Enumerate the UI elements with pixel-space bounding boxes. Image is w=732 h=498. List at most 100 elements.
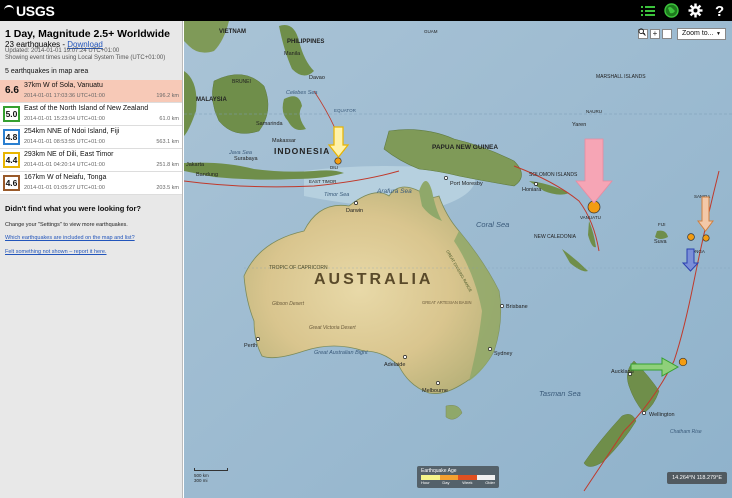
quake-marker-new-zealand[interactable] xyxy=(678,357,688,367)
city-adelaide: Adelaide xyxy=(384,362,405,368)
earthquake-time: 2014-01-01 17:03:36 UTC+01:00 xyxy=(24,93,105,99)
label-celebes: Celebes Sea xyxy=(286,90,318,96)
city-melbourne: Melbourne xyxy=(422,388,448,394)
map-controls: − + Zoom to... ▼ xyxy=(638,28,726,40)
label-chatham: Chatham Rise xyxy=(670,429,702,435)
top-icons: ? xyxy=(639,2,728,19)
label-capricorn: TROPIC OF CAPRICORN xyxy=(269,265,328,271)
earthquake-list-item[interactable]: 5.0 East of the North Island of New Zeal… xyxy=(0,103,182,126)
label-coral-sea: Coral Sea xyxy=(476,220,509,229)
city-surabaya: Surabaya xyxy=(234,156,258,162)
magnitude-badge: 4.8 xyxy=(3,129,20,145)
city-sydney: Sydney xyxy=(494,351,513,357)
quake-marker-east-timor[interactable] xyxy=(334,157,342,165)
city-suva: Suva xyxy=(654,239,667,245)
label-vietnam: VIETNAM xyxy=(219,29,246,35)
city-brisbane: Brisbane xyxy=(506,304,528,310)
report-felt-link[interactable]: Felt something not shown – report it her… xyxy=(5,249,107,255)
legend-label: Week xyxy=(462,480,473,485)
earthquake-depth: 196.2 km xyxy=(156,93,179,99)
earthquake-place: 293km NE of Dili, East Timor xyxy=(24,151,114,158)
city-port-moresby: Port Moresby xyxy=(450,181,483,187)
zoom-to-select[interactable]: Zoom to... ▼ xyxy=(677,28,726,40)
city-dot xyxy=(488,347,492,351)
globe-icon[interactable] xyxy=(663,2,680,19)
label-brunei: BRUNEI xyxy=(232,79,251,85)
top-bar: USGS ? xyxy=(0,0,732,21)
help-icon[interactable]: ? xyxy=(711,2,728,19)
earthquake-age-legend: Earthquake Age Hour Day Week Older xyxy=(417,466,499,488)
usgs-logo[interactable]: USGS xyxy=(4,3,55,19)
earthquake-place: 167km W of Neiafu, Tonga xyxy=(24,174,107,181)
earthquake-time: 2014-01-01 01:05:27 UTC+01:00 xyxy=(24,185,105,191)
label-arafura: Arafura Sea xyxy=(376,188,412,195)
map-view[interactable]: AUSTRALIA TROPIC OF CAPRICORN INDONESIA … xyxy=(184,21,732,498)
usgs-wave-icon xyxy=(4,5,14,17)
quake-marker-fiji[interactable] xyxy=(687,233,695,241)
legend-title: Earthquake Age xyxy=(421,468,457,474)
magnitude-badge: 4.4 xyxy=(3,152,20,168)
label-fiji: FIJI xyxy=(658,222,666,227)
label-timor-sea: Timor Sea xyxy=(324,192,349,198)
label-indonesia: INDONESIA xyxy=(274,146,330,156)
magnifier-icon[interactable] xyxy=(638,28,672,39)
city-yaren: Yaren xyxy=(572,122,586,128)
scale-line xyxy=(194,468,228,471)
scale-mi: 300 mi xyxy=(194,478,208,483)
city-wellington: Wellington xyxy=(649,412,675,418)
label-marshall: MARSHALL ISLANDS xyxy=(596,74,646,80)
city-dot xyxy=(534,182,538,186)
quake-marker-tonga[interactable] xyxy=(702,234,710,242)
label-guam: GUAM xyxy=(424,29,438,34)
earthquake-time: 2014-01-01 04:20:14 UTC+01:00 xyxy=(24,162,105,168)
label-malaysia: MALAYSIA xyxy=(196,97,227,103)
earthquake-depth: 251.8 km xyxy=(156,162,179,168)
label-papua: PAPUA NEW GUINEA xyxy=(432,144,498,151)
gear-icon[interactable] xyxy=(687,2,704,19)
earthquake-place: 37km W of Sola, Vanuatu xyxy=(24,82,103,89)
label-philippines: PHILIPPINES xyxy=(287,39,324,45)
label-new-caledonia: NEW CALEDONIA xyxy=(534,234,577,240)
label-tasman-sea: Tasman Sea xyxy=(539,389,581,398)
city-auckland: Auckland xyxy=(611,369,634,375)
city-makassar: Makassar xyxy=(272,138,296,144)
settings-hint: Change your "Settings" to view more eart… xyxy=(5,222,128,228)
earthquake-list-item[interactable]: 4.8 254km NNE of Ndoi Island, Fiji 2014-… xyxy=(0,126,182,149)
earthquake-list: 6.6 37km W of Sola, Vanuatu 2014-01-01 1… xyxy=(0,80,182,195)
earthquake-time: 2014-01-01 08:53:55 UTC+01:00 xyxy=(24,139,105,145)
label-gibson: Gibson Desert xyxy=(272,301,305,307)
city-darwin: Darwin xyxy=(346,208,363,214)
updated-timestamp: Updated: 2014-01-01 19:07:24 UTC+01:00 xyxy=(5,48,120,54)
city-dot xyxy=(354,201,358,205)
which-earthquakes-link[interactable]: Which earthquakes are included on the ma… xyxy=(5,235,135,241)
label-australia: AUSTRALIA xyxy=(314,271,433,288)
earthquake-list-item[interactable]: 6.6 37km W of Sola, Vanuatu 2014-01-01 1… xyxy=(0,80,182,103)
city-dot xyxy=(403,355,407,359)
list-icon[interactable] xyxy=(639,2,656,19)
city-dot xyxy=(642,411,646,415)
scale-bar: 500 km 300 mi xyxy=(194,468,228,483)
app-root: USGS ? 1 Day, Magnitude 2.5+ Worldwide 2… xyxy=(0,0,732,498)
legend-labels: Hour Day Week Older xyxy=(421,480,495,485)
zoom-in-button[interactable]: + xyxy=(650,29,660,39)
label-great-victoria: Great Victoria Desert xyxy=(309,325,356,331)
legend-label: Hour xyxy=(421,480,430,485)
cursor-coordinates: 14.264°N 118.279°E xyxy=(667,472,727,484)
city-dot xyxy=(256,337,260,341)
help-heading: Didn't find what you were looking for? xyxy=(5,204,141,213)
map-canvas[interactable]: AUSTRALIA TROPIC OF CAPRICORN INDONESIA … xyxy=(184,21,732,498)
earthquake-list-item[interactable]: 4.4 293km NE of Dili, East Timor 2014-01… xyxy=(0,149,182,172)
label-east-timor: EAST TIMOR xyxy=(309,179,337,184)
city-davao: Davao xyxy=(309,75,325,81)
label-vanuatu: VANUATU xyxy=(580,215,601,220)
earthquake-place: 254km NNE of Ndoi Island, Fiji xyxy=(24,128,120,135)
logo-text: USGS xyxy=(16,3,55,19)
legend-label: Day xyxy=(442,480,450,485)
zoom-select-label: Zoom to... xyxy=(682,30,714,37)
label-nauru: NAURU xyxy=(586,109,602,114)
earthquake-list-item[interactable]: 4.6 167km W of Neiafu, Tonga 2014-01-01 … xyxy=(0,172,182,195)
magnitude-badge: 4.6 xyxy=(3,175,20,191)
map-area-count: 5 earthquakes in map area xyxy=(5,68,89,75)
city-jakarta: Jakarta xyxy=(186,162,205,168)
city-dot xyxy=(500,304,504,308)
